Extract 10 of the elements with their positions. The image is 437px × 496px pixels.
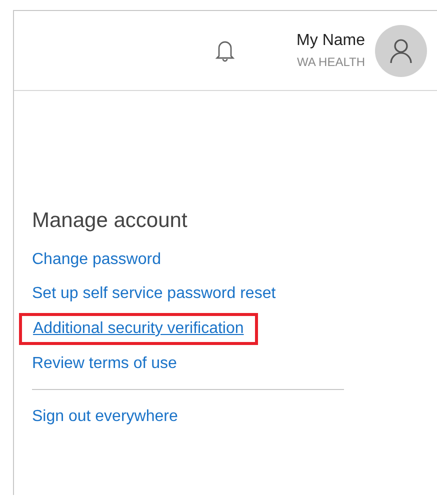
account-link[interactable]: Change password [32, 245, 161, 275]
avatar[interactable] [375, 24, 427, 76]
account-link[interactable]: Additional security verification [19, 313, 258, 345]
organization-name: WA HEALTH [296, 54, 365, 70]
user-name: My Name [296, 30, 365, 50]
account-link[interactable]: Sign out everywhere [32, 402, 178, 432]
person-icon [389, 38, 413, 64]
section-title: Manage account [32, 208, 188, 234]
account-link[interactable]: Review terms of use [32, 349, 177, 379]
account-link[interactable]: Set up self service password reset [32, 279, 276, 309]
